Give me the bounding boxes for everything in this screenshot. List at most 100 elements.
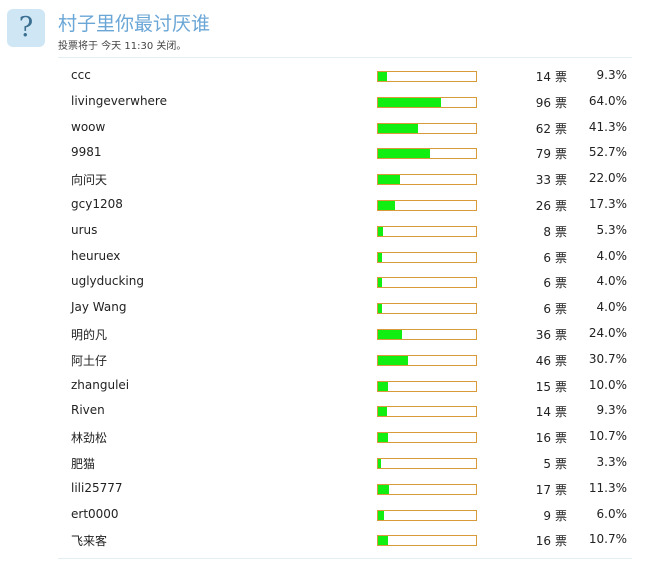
vote-progress-fill xyxy=(378,510,384,520)
vote-unit: 票 xyxy=(554,534,567,549)
vote-count: 16 票 xyxy=(536,429,567,446)
vote-count: 17 票 xyxy=(536,481,567,498)
poll-option-row: livingeverwhere 96 票 64.0% xyxy=(0,89,668,115)
vote-count: 6票 xyxy=(543,274,567,291)
poll-option-label: 明的凡 xyxy=(71,327,108,342)
vote-progress-fill xyxy=(378,536,388,546)
vote-percent: 10.7% xyxy=(588,532,627,547)
vote-progress-fill xyxy=(378,200,395,210)
poll-option-label: 飞来客 xyxy=(71,534,108,549)
poll-option-row: uglyducking 6 票 4.0% xyxy=(0,269,668,295)
vote-percent: 4.0% xyxy=(596,300,628,315)
vote-count-number: 6 xyxy=(543,250,551,265)
vote-unit: 票 xyxy=(554,121,567,136)
vote-count-number: 5 xyxy=(543,456,551,471)
vote-count-number: 16 xyxy=(535,431,551,446)
divider-bottom xyxy=(58,558,632,559)
poll-option-row: 林劲松 16 票 10.7% xyxy=(0,424,668,450)
vote-percent: 4.0% xyxy=(596,274,628,289)
poll-option-label: ert0000 xyxy=(71,506,119,521)
vote-count: 96 票 xyxy=(536,94,567,111)
poll-option-label: ccc xyxy=(71,68,91,82)
vote-progress-bar xyxy=(377,199,477,211)
poll-option-label: lili25777 xyxy=(71,480,123,495)
vote-unit: 票 xyxy=(554,70,567,84)
vote-percent: 30.7% xyxy=(588,351,627,366)
poll-option-label: gcy1208 xyxy=(71,196,123,211)
vote-progress-fill xyxy=(378,175,400,185)
vote-count: 62 票 xyxy=(536,120,567,137)
vote-progress-fill xyxy=(378,458,381,468)
vote-progress-bar xyxy=(377,328,477,340)
vote-count: 14 票 xyxy=(536,403,567,420)
vote-unit: 票 xyxy=(554,405,567,420)
vote-progress-bar xyxy=(377,96,477,108)
poll-header: ? 村子里你最讨厌谁 投票将于 今天 11:30 关闭。 xyxy=(7,9,657,53)
vote-unit: 票 xyxy=(554,353,567,368)
poll-option-label: 阿土仔 xyxy=(71,353,108,368)
vote-count: 33 票 xyxy=(536,171,567,188)
vote-percent: 17.3% xyxy=(588,196,627,211)
vote-count-number: 8 xyxy=(543,224,551,239)
poll-option-row: heuruex 6 票 4.0% xyxy=(0,244,668,270)
poll-option-label: 林劲松 xyxy=(71,431,108,446)
vote-progress-fill xyxy=(378,484,389,494)
vote-count: 16 票 xyxy=(536,532,567,549)
vote-count: 79 票 xyxy=(536,145,567,162)
vote-progress-bar xyxy=(377,174,477,186)
vote-count-number: 62 xyxy=(535,121,551,136)
vote-unit: 票 xyxy=(554,431,567,446)
vote-unit: 票 xyxy=(554,302,567,317)
vote-progress-bar xyxy=(377,251,477,263)
vote-unit: 票 xyxy=(554,456,567,471)
vote-progress-fill xyxy=(378,433,388,443)
vote-count: 6票 xyxy=(543,300,567,317)
poll-option-row: Jay Wang 6 票 4.0% xyxy=(0,295,668,321)
question-mark-icon: ? xyxy=(7,9,45,47)
vote-count: 46 票 xyxy=(536,352,567,369)
poll-option-row: 飞来客 16 票 10.7% xyxy=(0,527,668,553)
vote-percent: 41.3% xyxy=(588,119,627,134)
vote-progress-bar xyxy=(377,148,477,160)
poll-option-row: urus 8 票 5.3% xyxy=(0,218,668,244)
vote-progress-bar xyxy=(377,303,477,315)
vote-progress-bar xyxy=(377,406,477,418)
vote-progress-bar xyxy=(377,380,477,392)
vote-progress-fill xyxy=(378,226,383,236)
vote-count-number: 33 xyxy=(535,173,551,188)
poll-option-label: urus xyxy=(71,222,98,237)
poll-option-label: Jay Wang xyxy=(71,300,127,315)
vote-percent: 10.0% xyxy=(588,377,627,392)
vote-count-number: 14 xyxy=(535,70,551,84)
poll-option-label: heuruex xyxy=(71,248,121,263)
vote-count: 14 票 xyxy=(536,68,567,85)
vote-count: 8票 xyxy=(543,223,567,240)
poll-option-row: ert0000 9 票 6.0% xyxy=(0,502,668,528)
vote-progress-fill xyxy=(378,149,430,159)
poll-option-row: 9981 79 票 52.7% xyxy=(0,140,668,166)
poll-option-row: woow 62 票 41.3% xyxy=(0,115,668,141)
vote-progress-bar xyxy=(377,277,477,289)
vote-count-number: 9 xyxy=(543,508,551,523)
vote-unit: 票 xyxy=(554,379,567,394)
divider-top xyxy=(58,57,632,58)
vote-count-number: 79 xyxy=(535,147,551,162)
vote-unit: 票 xyxy=(554,198,567,213)
vote-percent: 3.3% xyxy=(596,454,628,469)
vote-percent: 4.0% xyxy=(596,248,628,263)
poll-option-row: ccc 14 票 9.3% xyxy=(0,63,668,89)
vote-percent: 24.0% xyxy=(588,325,627,340)
vote-unit: 票 xyxy=(554,173,567,188)
vote-percent: 6.0% xyxy=(596,506,628,521)
poll-option-label: zhangulei xyxy=(71,377,130,392)
vote-count: 26 票 xyxy=(536,197,567,214)
vote-unit: 票 xyxy=(554,250,567,265)
vote-unit: 票 xyxy=(554,95,567,110)
vote-progress-fill xyxy=(378,304,382,314)
poll-option-label: 肥猫 xyxy=(71,456,96,471)
poll-title: 村子里你最讨厌谁 xyxy=(58,13,211,35)
vote-progress-fill xyxy=(378,329,402,339)
vote-unit: 票 xyxy=(554,327,567,342)
vote-progress-fill xyxy=(378,381,388,391)
vote-progress-fill xyxy=(378,97,441,107)
